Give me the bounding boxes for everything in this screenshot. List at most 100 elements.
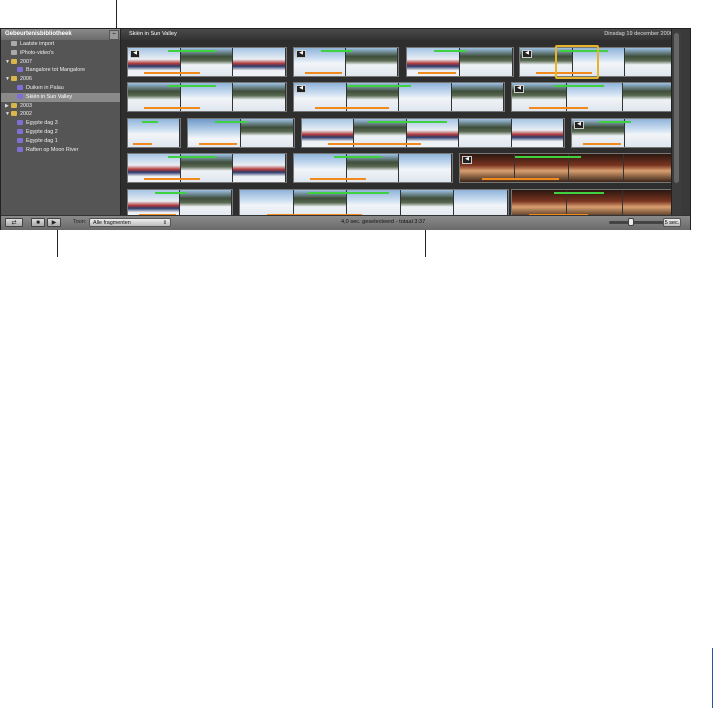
collapse-icon[interactable]: –: [109, 30, 119, 40]
sidebar-item[interactable]: Raften op Moon River: [1, 146, 120, 155]
play-fullscreen-button[interactable]: ■: [31, 218, 45, 227]
sidebar-item-label: Raften op Moon River: [26, 146, 79, 153]
video-clip[interactable]: ◀: [511, 82, 679, 112]
sidebar-item[interactable]: ▼ 2002: [1, 110, 120, 119]
sidebar-item-label: 2002: [20, 111, 32, 118]
folder-icon: [11, 102, 17, 108]
clip-frame: [459, 119, 512, 147]
sidebar-item[interactable]: Duiken in Palau: [1, 84, 120, 93]
video-clip[interactable]: [187, 118, 295, 148]
video-clip[interactable]: [301, 118, 565, 148]
used-bar: [144, 178, 200, 180]
sidebar-item[interactable]: iPhoto-video's: [1, 49, 120, 58]
event-browser-header: Skiën in Sun Valley Dinsdag 19 december …: [121, 29, 681, 40]
audio-icon: ◀: [574, 121, 584, 129]
selection-highlight[interactable]: [555, 45, 599, 79]
event-list: Laatste import iPhoto-video's ▼ 2007 Bangalo…: [1, 40, 120, 154]
audio-icon: ◀: [514, 85, 524, 93]
audio-icon: ◀: [296, 50, 306, 58]
scrollbar-thumb[interactable]: [674, 33, 679, 183]
favorite-bar: [599, 121, 632, 123]
video-clip[interactable]: [127, 153, 287, 183]
show-filter-select[interactable]: Alle fragmenten ⇕: [89, 218, 171, 227]
vertical-scrollbar[interactable]: [671, 29, 681, 215]
event-library-sidebar: Gebeurtenisbibliotheek – Laatste import i…: [1, 29, 121, 215]
sidebar-item[interactable]: Egypte dag 2: [1, 128, 120, 137]
event-icon: [17, 67, 23, 73]
iphoto-icon: [11, 49, 17, 55]
folder-icon: [11, 111, 17, 117]
favorite-bar: [168, 50, 216, 52]
event-icon: [17, 93, 23, 99]
folder-icon: [11, 58, 17, 64]
sidebar-item[interactable]: ▼ 2007: [1, 58, 120, 67]
clip-frame: [623, 154, 678, 182]
sidebar-item[interactable]: Laatste import: [1, 40, 120, 49]
favorite-bar: [515, 156, 581, 158]
show-filter-value: Alle fragmenten: [93, 220, 131, 226]
video-clip[interactable]: [127, 118, 181, 148]
event-library-title: Gebeurtenisbibliotheek: [5, 31, 72, 37]
bottom-toolbar: ⇄ ■ ▶ Toon: Alle fragmenten ⇕ 4,0 sec. g…: [1, 215, 690, 230]
swap-button[interactable]: ⇄: [5, 218, 23, 227]
clip-frame: [233, 83, 286, 111]
video-clip[interactable]: [406, 47, 514, 77]
audio-icon: ◀: [130, 50, 140, 58]
sidebar-item-label: Skiën in Sun Valley: [26, 93, 73, 100]
video-clip[interactable]: [127, 82, 287, 112]
used-bar: [582, 143, 621, 145]
zoom-slider-knob[interactable]: [628, 218, 634, 226]
event-library-header: Gebeurtenisbibliotheek –: [1, 29, 120, 40]
favorite-bar: [320, 50, 353, 52]
sidebar-item[interactable]: Egypte dag 3: [1, 119, 120, 128]
favorite-bar: [168, 85, 216, 87]
favorite-bar: [168, 156, 216, 158]
sidebar-item-label: Egypte dag 1: [26, 137, 58, 144]
sidebar-item[interactable]: Egypte dag 1: [1, 137, 120, 146]
sidebar-item-label: Bangalore tot Mangalore: [26, 67, 86, 74]
used-bar: [304, 72, 342, 74]
sidebar-item[interactable]: Bangalore tot Mangalore: [1, 66, 120, 75]
clip-frame: [451, 83, 504, 111]
video-clip[interactable]: ◀: [571, 118, 679, 148]
favorite-bar: [334, 156, 382, 158]
used-bar: [133, 143, 153, 145]
used-bar: [310, 178, 366, 180]
video-clip[interactable]: ◀: [293, 47, 399, 77]
show-label: Toon:: [73, 219, 87, 225]
favorite-bar: [347, 85, 411, 87]
event-icon: [17, 137, 23, 143]
sidebar-item[interactable]: ▼ 2006: [1, 75, 120, 84]
clip-frame: [233, 154, 286, 182]
event-icon: [17, 120, 23, 126]
play-button[interactable]: ▶: [47, 218, 61, 227]
used-bar: [144, 72, 200, 74]
sidebar-item-label: 2007: [20, 58, 32, 65]
clip-frame: [400, 190, 455, 218]
favorite-bar: [141, 121, 158, 123]
clip-frame: [460, 48, 513, 76]
favorite-bar: [154, 192, 187, 194]
audio-icon: ◀: [462, 156, 472, 164]
sidebar-item[interactable]: Skiën in Sun Valley: [1, 92, 120, 102]
favorite-bar: [307, 192, 389, 194]
video-clip[interactable]: ◀: [459, 153, 679, 183]
clip-frame: [569, 154, 624, 182]
clip-frame: [454, 190, 508, 218]
favorite-bar: [215, 121, 248, 123]
video-clip[interactable]: ◀: [293, 82, 505, 112]
sidebar-item[interactable]: ▶ 2003: [1, 102, 120, 111]
folder-icon: [11, 76, 17, 82]
clip-frame: [180, 190, 232, 218]
used-bar: [315, 107, 390, 109]
clip-frame: [399, 154, 452, 182]
sidebar-item-label: Egypte dag 3: [26, 120, 58, 127]
sidebar-item-label: iPhoto-video's: [20, 49, 54, 56]
sidebar-item-label: Duiken in Palau: [26, 84, 64, 91]
video-clip[interactable]: ◀: [127, 47, 287, 77]
used-bar: [482, 178, 559, 180]
video-clip[interactable]: ◀: [519, 47, 679, 77]
video-clip[interactable]: [293, 153, 453, 183]
zoom-slider-track[interactable]: [609, 221, 664, 224]
favorite-bar: [434, 50, 467, 52]
